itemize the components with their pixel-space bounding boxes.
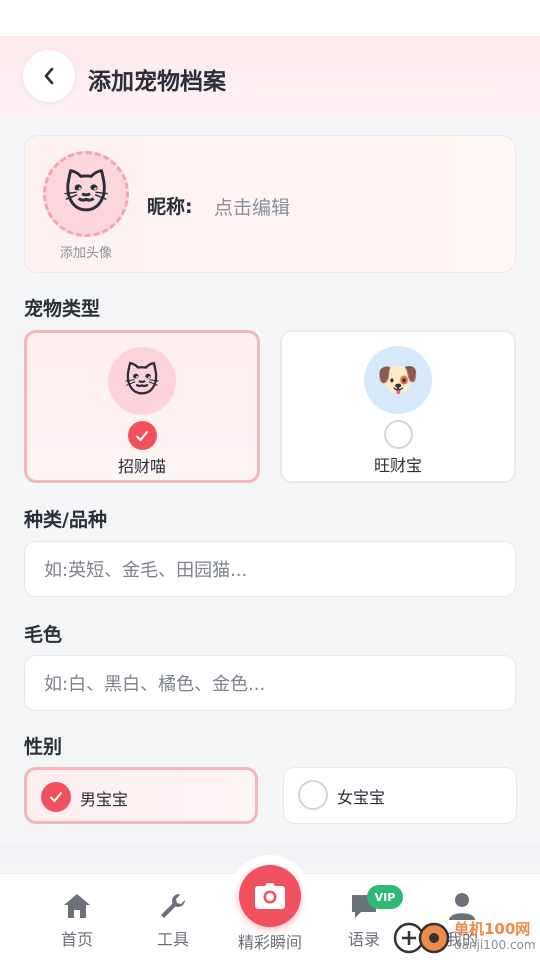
watermark-url: danji100.com [454,938,536,952]
page-header: 添加宠物档案 [0,36,540,118]
tab-label: 精彩瞬间 [237,933,302,952]
color-title: 毛色 [24,624,63,646]
back-button[interactable] [23,50,75,102]
tab-label: 语录 [347,930,380,949]
breed-title: 种类/品种 [24,509,107,531]
nickname-label: 昵称: [147,196,193,218]
watermark-logo-icon [393,922,450,954]
status-bar [0,0,540,36]
vip-badge: VIP [367,885,403,909]
watermark: 单机100网 danji100.com [392,914,540,960]
camera-icon [255,883,285,909]
watermark-text: 单机100网 [454,920,531,938]
color-input[interactable]: 如:白、黑白、橘色、金色... [24,655,516,711]
gender-label: 女宝宝 [337,788,386,807]
avatar-label: 添加头像 [59,246,112,261]
chevron-left-icon [44,67,54,85]
pet-type-cat[interactable]: 🐱 招财喵 [24,330,260,483]
page-title: 添加宠物档案 [88,69,226,95]
gender-option-female[interactable]: 女宝宝 [283,767,517,824]
pet-type-label: 旺财宝 [373,456,422,475]
cat-face-icon: 🐱 [108,347,176,415]
home-icon [39,890,115,922]
gender-option-male[interactable]: 男宝宝 [24,767,258,824]
wrench-icon [135,890,211,922]
radio-unchecked-icon [298,780,328,810]
radio-unchecked-icon [383,420,413,449]
pet-type-title: 宠物类型 [24,298,101,320]
avatar-upload[interactable]: 🐱 [43,151,129,237]
color-placeholder: 如:白、黑白、橘色、金色... [44,674,266,695]
breed-input[interactable]: 如:英短、金毛、田园猫... [24,541,516,597]
tab-label: 首页 [60,930,93,949]
pet-type-dog[interactable]: 🐶 旺财宝 [280,330,516,483]
tab-label: 工具 [156,930,189,949]
check-icon [127,421,157,450]
nickname-field[interactable]: 点击编辑 [214,193,290,220]
profile-card: 🐱 添加头像 昵称: 点击编辑 [24,135,516,273]
gender-title: 性别 [24,736,63,758]
tab-home[interactable]: 首页 [39,890,115,950]
cat-face-icon: 🐱 [63,168,109,219]
pet-type-label: 招财喵 [117,457,166,476]
breed-placeholder: 如:英短、金毛、田园猫... [44,560,248,581]
gender-label: 男宝宝 [80,790,129,809]
check-icon [41,782,71,812]
tab-moments-camera-button[interactable] [239,865,301,927]
dog-face-icon: 🐶 [364,346,432,414]
tab-tools[interactable]: 工具 [135,890,211,950]
